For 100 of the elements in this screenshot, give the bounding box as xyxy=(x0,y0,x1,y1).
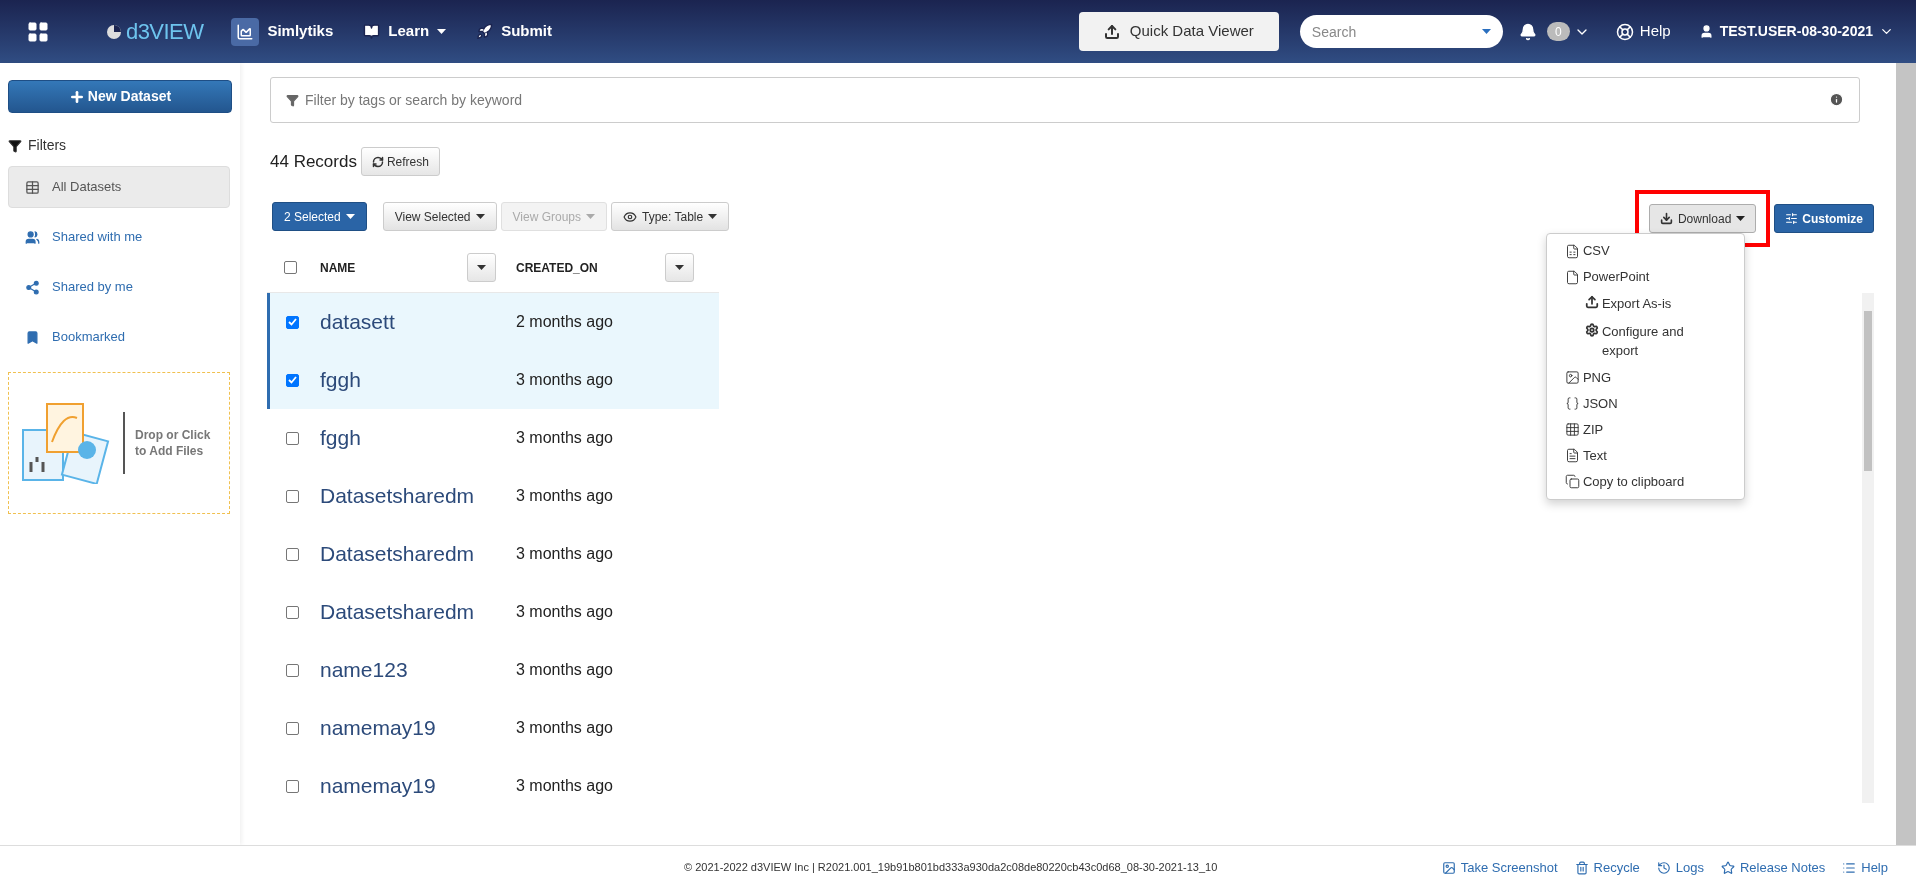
text-file-icon xyxy=(1564,448,1580,463)
image-icon xyxy=(1441,860,1456,875)
table-icon xyxy=(25,179,40,195)
refresh-button[interactable]: Refresh xyxy=(360,147,440,176)
dataset-name[interactable]: Datasetsharedm xyxy=(314,538,516,570)
row-checkbox[interactable] xyxy=(285,431,299,445)
row-checkbox[interactable] xyxy=(285,605,299,619)
upload-icon xyxy=(1584,295,1599,309)
menu-item[interactable]: Copy to clipboard xyxy=(1564,468,1685,495)
caret-icon xyxy=(477,265,486,270)
table-row[interactable]: Datasetsharedm 3 months ago xyxy=(267,467,719,525)
info-icon[interactable] xyxy=(1829,92,1844,107)
brand-logo[interactable]: d3VIEW xyxy=(126,15,204,48)
nav-link[interactable]: Simlytiks xyxy=(231,17,334,46)
apps-grid-icon[interactable] xyxy=(26,19,50,44)
nav-link[interactable]: Submit xyxy=(476,20,552,43)
menu-item[interactable]: CSV xyxy=(1564,238,1610,264)
users-icon xyxy=(25,229,40,245)
dataset-name[interactable]: fggh xyxy=(314,364,516,396)
sidebar-item[interactable]: All Datasets xyxy=(8,166,230,208)
notification-count: 0 xyxy=(1546,22,1570,41)
table-row[interactable]: fggh 3 months ago xyxy=(267,351,719,409)
dataset-name[interactable]: namemay19 xyxy=(314,712,516,744)
column-menu-button[interactable] xyxy=(467,253,496,282)
footer-link[interactable]: Recycle xyxy=(1574,857,1640,878)
table-cell-text: 3 months ago xyxy=(516,544,613,564)
sidebar-item[interactable]: Shared with me xyxy=(8,216,230,258)
download-icon xyxy=(1659,212,1673,225)
new-dataset-button[interactable]: New Dataset xyxy=(8,80,232,113)
dataset-name[interactable]: datasett xyxy=(314,306,516,338)
table-cell-text: 3 months ago xyxy=(516,602,613,622)
row-checkbox[interactable] xyxy=(285,547,299,561)
table-cell-text: 3 months ago xyxy=(516,428,613,448)
filter-field[interactable]: Filter by tags or search by keyword xyxy=(270,77,1860,123)
table-row[interactable]: namemay19 3 months ago xyxy=(267,699,719,757)
table-cell-text: 3 months ago xyxy=(516,370,613,390)
caret-icon xyxy=(675,265,684,270)
sidebar-item[interactable]: Shared by me xyxy=(8,266,230,308)
share-icon xyxy=(25,279,40,295)
grid-icon xyxy=(1564,422,1580,437)
table-row[interactable]: name123 3 months ago xyxy=(267,641,719,699)
footer-link[interactable]: Take Screenshot xyxy=(1441,857,1558,878)
row-checkbox[interactable] xyxy=(285,315,299,329)
caret-icon xyxy=(586,214,596,219)
menu-item[interactable]: Configure and export xyxy=(1564,317,1726,365)
menu-item[interactable]: Export As-is xyxy=(1564,290,1726,318)
table-row[interactable]: Datasetsharedm 3 months ago xyxy=(267,525,719,583)
toolbar-button[interactable]: View Selected xyxy=(382,202,497,231)
row-checkbox[interactable] xyxy=(285,721,299,735)
download-button[interactable]: Download xyxy=(1648,204,1757,233)
user-icon xyxy=(1698,24,1714,39)
menu-item[interactable]: JSON xyxy=(1564,390,1618,417)
caret-icon xyxy=(345,214,355,219)
menu-item[interactable]: PNG xyxy=(1564,364,1612,391)
plus-icon xyxy=(68,88,85,105)
dataset-name[interactable]: name123 xyxy=(314,654,516,686)
caret-icon xyxy=(708,214,718,219)
customize-button[interactable]: Customize xyxy=(1774,204,1874,233)
caret-icon xyxy=(475,214,485,219)
upload-icon xyxy=(1103,23,1120,40)
table-row[interactable]: fggh 3 months ago xyxy=(267,409,719,467)
dataset-name[interactable]: fggh xyxy=(314,422,516,454)
caret-icon xyxy=(1736,216,1746,221)
select-all-checkbox[interactable] xyxy=(284,261,297,274)
footer-link[interactable]: Release Notes xyxy=(1720,857,1826,878)
sliders-icon xyxy=(1785,212,1799,225)
bell-icon[interactable] xyxy=(1518,22,1537,41)
row-checkbox[interactable] xyxy=(285,779,299,793)
row-checkbox[interactable] xyxy=(285,489,299,503)
dataset-name[interactable]: namemay19 xyxy=(314,770,516,802)
toolbar-button[interactable]: 2 Selected xyxy=(272,202,367,231)
rocket-icon xyxy=(476,23,494,40)
menu-item[interactable]: ZIP xyxy=(1564,416,1604,443)
drop-zone[interactable]: Drop or Click to Add Files xyxy=(8,372,230,514)
footer-link[interactable]: Logs xyxy=(1656,857,1704,878)
menu-item[interactable]: Text xyxy=(1564,442,1607,469)
row-checkbox[interactable] xyxy=(285,663,299,677)
toolbar-button[interactable]: Type: Table xyxy=(611,202,730,231)
search-field[interactable]: Search xyxy=(1299,15,1503,48)
chart-icon xyxy=(231,17,260,46)
column-header: CREATED_ON xyxy=(516,259,598,277)
table-row[interactable]: namemay19 3 months ago xyxy=(267,757,719,815)
image-icon xyxy=(1564,370,1580,385)
spreadsheet-file-icon xyxy=(1564,243,1580,259)
column-menu-button[interactable] xyxy=(665,253,694,282)
dataset-name[interactable]: Datasetsharedm xyxy=(314,596,516,628)
dataset-name[interactable]: Datasetsharedm xyxy=(314,480,516,512)
filters-title: Filters xyxy=(28,136,67,155)
eye-icon xyxy=(623,209,638,224)
row-checkbox[interactable] xyxy=(285,373,299,387)
table-row[interactable]: datasett 2 months ago xyxy=(267,293,719,351)
quick-data-viewer-button[interactable]: Quick Data Viewer xyxy=(1078,12,1279,51)
history-icon xyxy=(1656,860,1671,875)
table-row[interactable]: Datasetsharedm 3 months ago xyxy=(267,583,719,641)
sidebar-item[interactable]: Bookmarked xyxy=(8,316,230,358)
nav-link[interactable]: Learn xyxy=(363,20,447,43)
menu-item[interactable]: PowerPoint xyxy=(1564,264,1650,290)
help-link[interactable]: Help xyxy=(1615,20,1671,43)
footer-link[interactable]: Help xyxy=(1842,857,1888,878)
user-menu[interactable]: TEST.USER-08-30-2021 xyxy=(1698,21,1894,42)
